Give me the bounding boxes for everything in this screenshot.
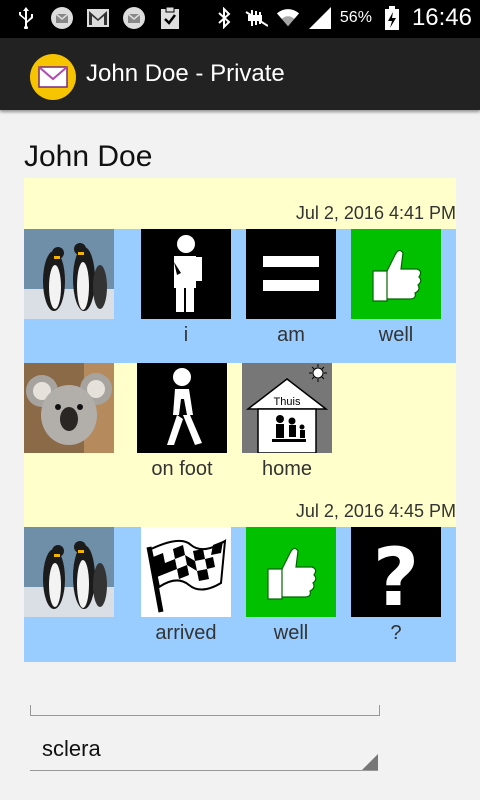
thumbs-up-icon[interactable] (351, 229, 441, 319)
message-input[interactable] (30, 705, 380, 716)
message-row[interactable]: on foot Thuis home Jul 2, 2016 4:45 PM (24, 363, 456, 527)
system-status: 56% 16:46 (212, 4, 472, 32)
message-timestamp: Jul 2, 2016 4:45 PM (295, 501, 456, 521)
walking-person-icon[interactable] (137, 363, 227, 453)
wifi-icon (276, 6, 300, 30)
notification-icons (14, 6, 182, 30)
mail-notification-icon (50, 6, 74, 30)
app-mail-icon[interactable] (30, 54, 76, 100)
picto-set-select[interactable]: sclera (30, 730, 378, 771)
message-row[interactable]: arrived well ? ? (24, 527, 456, 662)
action-bar: John Doe - Private (0, 38, 480, 110)
message-header: Jul 2, 2016 4:41 PM (24, 178, 456, 229)
mute-icon (244, 6, 268, 30)
contact-name: John Doe (24, 140, 153, 173)
screen-title: John Doe - Private (86, 60, 285, 87)
battery-charging-icon (380, 6, 404, 30)
usb-icon (14, 6, 38, 30)
conversation-list[interactable]: Jul 2, 2016 4:41 PM i am well on foot Th… (24, 178, 456, 662)
message-row[interactable]: i am well (24, 229, 456, 363)
picto-label: well (378, 324, 414, 346)
svg-text:?: ? (373, 531, 419, 617)
signal-icon (308, 6, 332, 30)
person-icon[interactable] (141, 229, 231, 319)
equals-icon[interactable] (246, 229, 336, 319)
picto-set-value: sclera (42, 736, 101, 761)
thumbs-up-icon[interactable] (246, 527, 336, 617)
penguins-avatar (24, 527, 114, 617)
home-inner-text: Thuis (274, 396, 301, 408)
dropdown-corner-icon (362, 754, 378, 770)
checkered-flag-icon[interactable] (141, 527, 231, 617)
picto-label: ? (390, 622, 402, 644)
home-icon[interactable]: Thuis (242, 363, 332, 454)
battery-percent: 56% (339, 9, 372, 26)
gmail-icon (86, 6, 110, 30)
picto-label: well (273, 622, 309, 644)
clock: 16:46 (411, 4, 472, 31)
bluetooth-icon (212, 6, 236, 30)
picto-label: i (183, 324, 189, 346)
picto-label: on foot (151, 458, 213, 480)
picto-label: home (261, 458, 313, 480)
picto-label: arrived (155, 622, 217, 644)
picto-label: am (277, 324, 305, 346)
koala-avatar (24, 363, 114, 453)
clipboard-check-icon (158, 6, 182, 30)
message-timestamp: Jul 2, 2016 4:41 PM (295, 203, 456, 223)
status-bar: 56% 16:46 (0, 0, 480, 38)
penguins-avatar (24, 229, 114, 319)
mail-notification-icon (122, 6, 146, 30)
question-mark-icon[interactable]: ? (351, 527, 441, 624)
